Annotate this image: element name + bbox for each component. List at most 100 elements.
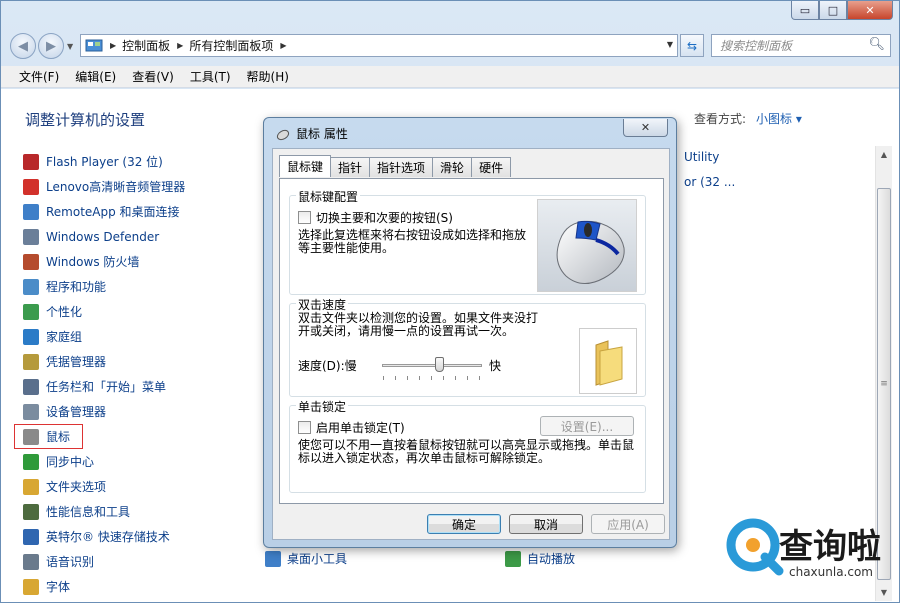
list-item[interactable]: 文件夹选项	[23, 474, 185, 499]
refresh-button[interactable]: ⇆	[680, 34, 704, 57]
list-item[interactable]: Lenovo高清晰音频管理器	[23, 174, 185, 199]
list-item[interactable]: 字体	[23, 574, 185, 599]
mouse-icon	[276, 129, 290, 140]
scroll-up-icon[interactable]: ▲	[876, 146, 892, 163]
back-button[interactable]: ◀	[10, 33, 36, 59]
folder-icon	[595, 340, 623, 386]
autoplay-icon	[505, 550, 521, 567]
list-item-autoplay[interactable]: 自动播放	[505, 550, 575, 567]
list-item-gadgets[interactable]: 桌面小工具	[265, 550, 347, 567]
cancel-button[interactable]: 取消	[509, 514, 583, 534]
speed-slider-thumb[interactable]	[435, 357, 444, 372]
switch-buttons-checkbox[interactable]: 切换主要和次要的按钮(S)	[298, 209, 453, 226]
list-item[interactable]: RemoteApp 和桌面连接	[23, 199, 185, 224]
forward-arrow-icon: ▶	[46, 38, 56, 54]
breadcrumb-control-panel[interactable]: 控制面板	[122, 37, 170, 54]
menu-file[interactable]: 文件(F)	[19, 68, 59, 85]
caption-buttons: ▭ □ ✕	[791, 1, 893, 20]
list-item-label: 程序和功能	[46, 280, 107, 294]
list-item-label: 字体	[46, 580, 71, 594]
breadcrumb-all-items[interactable]: 所有控制面板项	[189, 37, 273, 54]
list-item-label: Windows Defender	[46, 229, 160, 244]
menu-view[interactable]: 查看(V)	[132, 68, 174, 85]
page-title: 调整计算机的设置	[25, 111, 146, 129]
menu-edit[interactable]: 编辑(E)	[75, 68, 116, 85]
breadcrumb-separator-icon: ▶	[177, 41, 184, 50]
intel-icon	[23, 528, 39, 545]
list-item[interactable]: 个性化	[23, 299, 185, 324]
ok-button[interactable]: 确定	[427, 514, 501, 534]
list-item-label: 个性化	[46, 305, 83, 319]
click-lock-description: 使您可以不用一直按着鼠标按钮就可以高亮显示或拖拽。单击鼠标以进入锁定状态，再次单…	[298, 438, 635, 465]
close-button[interactable]: ✕	[847, 1, 893, 20]
list-item[interactable]: 任务栏和「开始」菜单	[23, 374, 185, 399]
list-item[interactable]: 语音识别	[23, 549, 185, 574]
taskbar-icon	[23, 378, 39, 395]
navigation-bar: ◀ ▶ ▼ ▶ 控制面板 ▶ 所有控制面板项 ▶ ▼ ⇆ 搜索控制面板 🔍︎	[0, 30, 900, 62]
list-item-label: RemoteApp 和桌面连接	[46, 205, 180, 219]
click-lock-settings-button[interactable]: 设置(E)...	[540, 416, 634, 436]
flash-icon	[23, 153, 39, 170]
tab-hardware[interactable]: 硬件	[471, 157, 512, 177]
personalize-icon	[23, 303, 39, 320]
firewall-icon	[23, 253, 39, 270]
maximize-button[interactable]: □	[819, 1, 847, 20]
list-item[interactable]: 同步中心	[23, 449, 185, 474]
group-click-lock: 单击锁定 启用单击锁定(T) 设置(E)... 使您可以不用一直按着鼠标按钮就可…	[289, 398, 646, 493]
checkbox-label: 启用单击锁定(T)	[316, 421, 405, 435]
list-item[interactable]: Windows Defender	[23, 224, 185, 249]
speed-slider-track[interactable]	[382, 364, 482, 367]
list-item[interactable]: 凭据管理器	[23, 349, 185, 374]
tab-pointer-options[interactable]: 指针选项	[369, 157, 434, 177]
list-item[interactable]: 鼠标	[14, 424, 83, 449]
dialog-titlebar: 鼠标 属性	[274, 125, 348, 142]
click-lock-checkbox[interactable]: 启用单击锁定(T)	[298, 419, 405, 436]
dialog-close-button[interactable]: ✕	[623, 119, 668, 137]
address-dropdown-icon[interactable]: ▼	[667, 40, 673, 49]
list-item-utility[interactable]: Utility	[684, 150, 719, 164]
tab-wheel[interactable]: 滑轮	[432, 157, 473, 177]
checkbox-box[interactable]	[298, 421, 311, 434]
list-item[interactable]: 程序和功能	[23, 274, 185, 299]
tab-pointers[interactable]: 指针	[330, 157, 371, 177]
list-item[interactable]: Flash Player (32 位)	[23, 149, 185, 174]
apply-button[interactable]: 应用(A)	[591, 514, 665, 534]
mouse-illustration-icon	[556, 220, 625, 284]
list-item[interactable]: 设备管理器	[23, 399, 185, 424]
gadgets-icon	[265, 550, 281, 567]
back-arrow-icon: ◀	[18, 38, 28, 54]
list-item[interactable]: 英特尔® 快速存储技术	[23, 524, 185, 549]
tab-strip: 鼠标键 指针 指针选项 滑轮 硬件	[279, 155, 512, 177]
history-dropdown-icon[interactable]: ▼	[67, 42, 73, 51]
list-item-label: Flash Player (32 位)	[46, 155, 163, 169]
menu-tools[interactable]: 工具(T)	[190, 68, 231, 85]
forward-button[interactable]: ▶	[38, 33, 64, 59]
group-double-click: 双击速度 双击文件夹以检测您的设置。如果文件夹没打开或关闭，请用慢一点的设置再试…	[289, 296, 646, 397]
list-item-truncated[interactable]: or (32 ...	[684, 175, 735, 189]
checkbox-box[interactable]	[298, 211, 311, 224]
slow-label: 慢	[344, 359, 357, 373]
search-input[interactable]: 搜索控制面板 🔍︎	[711, 34, 891, 57]
minimize-button[interactable]: ▭	[791, 1, 819, 20]
watermark: 查询啦 chaxunla.com	[725, 515, 895, 597]
breadcrumb-separator-icon: ▶	[280, 41, 287, 50]
list-item[interactable]: Windows 防火墙	[23, 249, 185, 274]
slider-ticks	[383, 376, 483, 380]
close-icon: ✕	[640, 121, 651, 134]
view-by-dropdown[interactable]: 小图标 ▾	[756, 112, 802, 126]
address-bar[interactable]: ▶ 控制面板 ▶ 所有控制面板项 ▶ ▼	[80, 34, 678, 57]
search-icon[interactable]: 🔍︎	[868, 37, 885, 52]
list-item[interactable]: 性能信息和工具	[23, 499, 185, 524]
breadcrumb-separator-icon: ▶	[110, 41, 117, 50]
speed-label-text: 速度(D):	[298, 359, 345, 373]
tab-buttons[interactable]: 鼠标键	[279, 155, 332, 177]
grip-icon: ≡	[880, 379, 888, 389]
list-item[interactable]: 家庭组	[23, 324, 185, 349]
button-config-description: 选择此复选框来将右按钮设成如选择和拖放等主要性能使用。	[298, 228, 527, 255]
view-by: 查看方式: 小图标 ▾	[694, 110, 802, 127]
menu-help[interactable]: 帮助(H)	[247, 68, 289, 85]
watermark-logo-icon	[726, 518, 784, 576]
speed-label: 速度(D):慢	[298, 357, 357, 374]
test-folder[interactable]	[579, 328, 637, 394]
audio-icon	[23, 178, 39, 195]
